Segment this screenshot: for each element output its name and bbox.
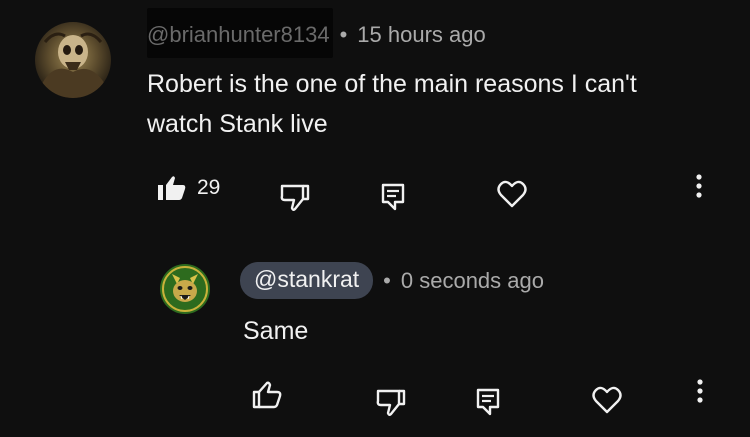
comment-meta: @brianhunter8134 • 15 hours ago	[147, 8, 486, 58]
like-count: 29	[197, 176, 221, 199]
reply-more-button[interactable]	[695, 378, 705, 406]
comment-text-line: watch Stank live	[147, 110, 328, 138]
reply-button[interactable]	[381, 183, 407, 211]
comment-author-handle[interactable]: @brianhunter8134	[147, 8, 333, 58]
comment-text: Robert is the one of the main reasons I …	[147, 64, 637, 144]
meta-separator: •	[383, 267, 391, 293]
reply-reply-button[interactable]	[476, 388, 502, 416]
reply-text: Same	[243, 317, 309, 345]
comment-timestamp: 15 hours ago	[357, 22, 486, 47]
reply-like-button[interactable]	[252, 381, 282, 409]
thumbs-down-icon	[280, 184, 310, 211]
meta-separator: •	[339, 22, 348, 47]
reply-dislike-button[interactable]	[376, 389, 406, 417]
more-vertical-icon	[696, 174, 702, 198]
dislike-button[interactable]	[280, 184, 310, 212]
reply-author-avatar-image	[160, 264, 210, 314]
thumbs-down-icon	[376, 389, 406, 416]
reply-timestamp: 0 seconds ago	[400, 267, 544, 293]
comment-text-line: Robert is the one of the main reasons I …	[147, 70, 637, 98]
heart-icon	[497, 180, 527, 208]
reply-meta: @stankrat • 0 seconds ago	[240, 262, 544, 299]
reply-author-handle-chip[interactable]: @stankrat	[240, 262, 374, 299]
comment-author-handle-text: @brianhunter8134	[147, 22, 330, 47]
comment-more-button[interactable]	[694, 173, 704, 201]
heart-button[interactable]	[497, 180, 527, 208]
thumbs-up-icon	[158, 176, 186, 200]
commenter-avatar-image	[35, 22, 111, 98]
reply-heart-button[interactable]	[592, 386, 622, 414]
like-button[interactable]	[157, 174, 187, 202]
commenter-avatar[interactable]	[35, 22, 111, 98]
reply-icon	[381, 183, 405, 211]
heart-icon	[592, 386, 622, 414]
reply-author-avatar[interactable]	[160, 264, 210, 314]
more-vertical-icon	[697, 379, 703, 403]
thumbs-up-icon	[252, 381, 282, 409]
reply-icon	[476, 388, 500, 416]
